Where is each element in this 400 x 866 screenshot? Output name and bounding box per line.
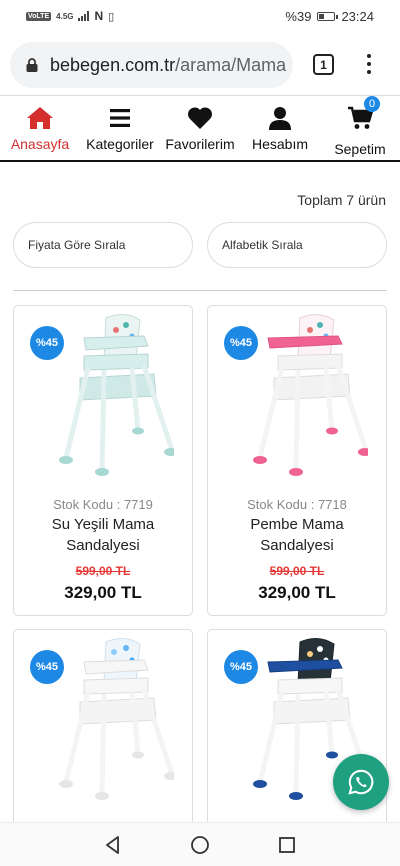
network-type: 4.5G xyxy=(56,11,74,21)
discount-badge: %45 xyxy=(224,326,258,360)
nav-label-categories: Kategoriler xyxy=(86,136,154,152)
nav-home[interactable]: Anasayfa xyxy=(0,96,80,162)
nav-favorites[interactable]: Favorilerim xyxy=(160,96,240,162)
discount-badge: %45 xyxy=(30,650,64,684)
tab-switcher-button[interactable]: 1 xyxy=(313,54,334,75)
address-bar[interactable]: bebegen.com.tr/arama/Mama xyxy=(10,42,293,88)
site-nav: Anasayfa Kategoriler Favorilerim Hesabım xyxy=(0,96,400,162)
nav-label-account: Hesabım xyxy=(251,136,309,152)
sort-alphabetical-button[interactable]: Alfabetik Sırala xyxy=(207,222,387,268)
status-bar: VoLTE 4.5G N ▯ %39 23:24 xyxy=(0,0,400,32)
url-text[interactable]: bebegen.com.tr/arama/Mama xyxy=(50,55,286,76)
nav-label-favorites: Favorilerim xyxy=(165,136,235,152)
old-price: 599,00 TL xyxy=(75,564,131,578)
whatsapp-button[interactable] xyxy=(333,754,389,810)
stock-code: Stok Kodu : 7719 xyxy=(53,497,153,512)
battery-percent: %39 xyxy=(285,8,312,24)
menu-icon xyxy=(110,109,130,127)
product-name[interactable]: Su Yeşili Mama Sandalyesi xyxy=(22,514,184,556)
sort-by-price-button[interactable]: Fiyata Göre Sırala xyxy=(13,222,193,268)
nav-account[interactable]: Hesabım xyxy=(240,96,320,162)
vibrate-icon: ▯ xyxy=(108,10,115,23)
old-price: 599,00 TL xyxy=(269,564,325,578)
status-right: %39 23:24 xyxy=(285,9,374,24)
browser-toolbar: bebegen.com.tr/arama/Mama 1 xyxy=(0,38,400,92)
nav-label-cart: Sepetim xyxy=(334,141,386,157)
price: 329,00 TL xyxy=(64,583,142,602)
lock-icon xyxy=(26,58,38,72)
system-nav-bar xyxy=(0,822,400,866)
stock-code: Stok Kodu : 7718 xyxy=(247,497,347,512)
discount-badge: %45 xyxy=(224,650,258,684)
nav-divider xyxy=(0,160,400,162)
discount-badge: %45 xyxy=(30,326,64,360)
product-image xyxy=(59,314,174,476)
user-icon xyxy=(269,107,291,130)
recents-icon[interactable] xyxy=(277,835,297,855)
browser-menu-button[interactable] xyxy=(362,52,376,76)
product-image xyxy=(253,314,368,476)
nfc-icon: N xyxy=(94,9,104,23)
battery-icon xyxy=(317,11,339,21)
product-name[interactable]: Pembe Mama Sandalyesi xyxy=(216,514,378,556)
cart-icon-wrap: 0 xyxy=(347,96,380,135)
product-card[interactable]: %45 Stok Kodu : 7718 Pembe Mama Sandalye… xyxy=(207,305,387,616)
whatsapp-icon xyxy=(348,769,374,795)
volte-icon: VoLTE xyxy=(26,11,52,21)
nav-categories[interactable]: Kategoriler xyxy=(80,96,160,162)
clock: 23:24 xyxy=(341,8,374,24)
status-left: VoLTE 4.5G N ▯ xyxy=(26,9,114,23)
nav-cart[interactable]: 0 Sepetim xyxy=(320,96,400,162)
product-image xyxy=(59,638,174,800)
product-card[interactable]: %45 Stok Kodu : 7719 Su Yeşili Mama Sand… xyxy=(13,305,193,616)
cart-count-badge: 0 xyxy=(364,96,380,112)
back-icon[interactable] xyxy=(103,835,123,855)
signal-icon xyxy=(78,11,90,21)
heart-icon xyxy=(187,107,213,129)
nav-label-home: Anasayfa xyxy=(10,136,70,152)
home-circle-icon[interactable] xyxy=(190,835,210,855)
result-count: Toplam 7 ürün xyxy=(297,192,386,208)
price: 329,00 TL xyxy=(258,583,336,602)
results-divider xyxy=(13,290,387,291)
url-host: bebegen.com.tr xyxy=(50,54,176,75)
url-path: /arama/Mama xyxy=(175,54,287,75)
home-icon xyxy=(27,107,53,129)
